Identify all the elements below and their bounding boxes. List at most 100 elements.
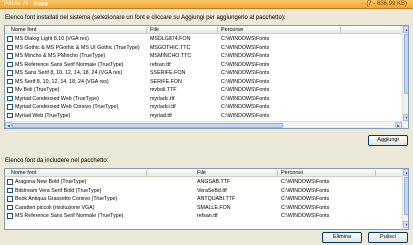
step-header: Passo 7 » Font (7 - 636,99 KB) — [0, 0, 413, 9]
font-file: MSDLG874.FON — [150, 36, 191, 42]
remove-button[interactable]: Elimina — [322, 232, 362, 243]
font-name: Myriad Web (TrueType) — [15, 112, 71, 119]
scroll-up-icon[interactable]: ▲ — [403, 169, 408, 176]
font-name: MS Gothic & MS PGothic & MS UI Gothic (T… — [15, 44, 140, 51]
list-item[interactable]: MS Serif 8, 10, 12, 14, 18, 24 (VGA res)… — [5, 78, 408, 86]
list-item[interactable]: MS Gothic & MS PGothic & MS UI Gothic (T… — [5, 44, 408, 52]
font-name: Aragona New Bold (TrueType) — [15, 179, 87, 185]
column-path[interactable]: Percorso — [221, 27, 243, 33]
scroll-right-icon[interactable]: ▶ — [395, 122, 402, 128]
list-item[interactable]: Caratteri piccoli (risoluzione VGA) SMALL… — [5, 204, 408, 212]
font-file: MSMINCHO.TTC — [150, 53, 192, 59]
list-item[interactable]: Myriad Condensed Web (TrueType) myriadc.t… — [5, 95, 408, 103]
scroll-left-icon[interactable]: ◀ — [5, 122, 12, 128]
font-name: Bitstream Vera Serif Bold (TrueType) — [15, 187, 102, 194]
font-file: myriadc.ttf — [150, 95, 175, 102]
font-file-icon — [7, 87, 13, 93]
included-fonts-list[interactable]: Nome font File Percorso Aragona New Bold… — [4, 168, 409, 230]
list-item[interactable]: MS Mincho & MS PMincho (TrueType) MSMINCH… — [5, 52, 408, 60]
add-button[interactable]: Aggiungi — [368, 135, 408, 146]
font-path: C:\WINDOWS\Fonts — [221, 70, 270, 76]
step-arrow-icon: » — [25, 1, 29, 7]
installed-horizontal-scrollbar[interactable]: ◀ ▶ — [5, 121, 402, 128]
scrollbar-thumb[interactable] — [404, 34, 408, 94]
font-name: MS Serif 8, 10, 12, 14, 18, 24 (VGA res) — [15, 78, 109, 85]
font-name: Mv Boli (TrueType) — [15, 87, 60, 93]
column-name[interactable]: Nome font — [11, 170, 36, 176]
column-name[interactable]: Nome font — [11, 27, 36, 33]
font-file-icon — [7, 53, 13, 59]
list-item[interactable]: MS Reference Sans Serif Normale (TrueTyp… — [5, 212, 408, 220]
column-path[interactable]: Percorso — [281, 170, 303, 176]
step-label: Passo 7 — [4, 1, 26, 7]
column-file[interactable]: File — [150, 27, 159, 33]
font-file-icon — [7, 187, 13, 193]
font-name: MS Mincho & MS PMincho (TrueType) — [15, 53, 106, 59]
font-file: ANTQUABI.TTF — [197, 196, 236, 202]
list-item[interactable]: Mv Boli (TrueType) mvboli.TTF C:\WINDOWS\F… — [5, 86, 408, 94]
font-file-icon — [7, 112, 13, 118]
font-path: C:\WINDOWS\Fonts — [221, 95, 270, 102]
font-path: C:\WINDOWS\Fonts — [281, 213, 330, 219]
font-file: mvboli.TTF — [150, 87, 177, 93]
font-file: refsan.ttf — [150, 61, 171, 68]
font-file-icon — [7, 44, 13, 50]
list-item[interactable]: Bitstream Vera Serif Bold (TrueType) Vera… — [5, 187, 408, 195]
font-name: MS Dialog Light 8,10 (VGA res) — [15, 36, 89, 42]
font-file: refsan.ttf — [197, 213, 218, 219]
font-path: C:\WINDOWS\Fonts — [221, 78, 270, 85]
list-item[interactable]: MS Sans Serif 8, 10, 12, 14, 18, 24 (VGA… — [5, 69, 408, 77]
list-item[interactable]: MS Reference Sans Serif Normale (TrueTyp… — [5, 61, 408, 69]
column-file[interactable]: File — [197, 170, 206, 176]
font-name: MS Reference Sans Serif Normale (TrueTyp… — [15, 61, 124, 68]
scroll-up-icon[interactable]: ▲ — [403, 26, 408, 33]
font-path: C:\WINDOWS\Fonts — [221, 61, 270, 68]
font-file: SSERIFE.FON — [150, 70, 186, 76]
font-path: C:\WINDOWS\Fonts — [221, 87, 270, 93]
font-name: Book Antiqua Grassetto Corsivo (TrueType… — [15, 196, 118, 202]
font-file-icon — [7, 104, 13, 110]
font-file: VeraSeBd.ttf — [197, 187, 227, 194]
scroll-down-icon[interactable]: ▼ — [403, 221, 408, 228]
font-name: Myriad Condensed Web Corsivo (TrueType) — [15, 104, 119, 110]
font-file-icon — [7, 179, 13, 185]
list-item[interactable]: Myriad Web (TrueType) myriad.ttf C:\WINDOW… — [5, 112, 408, 120]
font-file: SERIFE.FON — [150, 78, 182, 85]
font-file: myriad.ttf — [150, 112, 172, 119]
font-path: C:\WINDOWS\Fonts — [221, 53, 270, 59]
list-item[interactable]: Aragona New Bold (TrueType) ANGSAB.TTF C:\… — [5, 178, 408, 186]
font-path: C:\WINDOWS\Fonts — [281, 179, 330, 185]
font-path: C:\WINDOWS\Fonts — [281, 204, 330, 211]
included-list-header: Nome font File Percorso — [5, 169, 408, 177]
list-item[interactable]: MS Dialog Light 8,10 (VGA res) MSDLG874.F… — [5, 35, 408, 43]
font-name: MS Sans Serif 8, 10, 12, 14, 18, 24 (VGA… — [15, 70, 123, 76]
included-vertical-scrollbar[interactable]: ▲ ▼ — [402, 169, 408, 229]
font-name: MS Reference Sans Serif Normale (TrueTyp… — [15, 213, 124, 219]
installed-list-header: Nome font File Percorso — [5, 26, 408, 34]
scrollbar-thumb[interactable] — [12, 123, 283, 128]
scrollbar-thumb[interactable] — [404, 177, 408, 215]
font-file: SMALLE.FON — [197, 204, 231, 211]
font-name: Myriad Condensed Web (TrueType) — [15, 95, 99, 102]
font-file-icon — [7, 36, 13, 42]
installed-fonts-label: Elenco font installati nel sistema (sele… — [5, 15, 286, 21]
font-file-icon — [7, 78, 13, 84]
scroll-down-icon[interactable]: ▼ — [403, 114, 408, 121]
font-file-icon — [7, 70, 13, 76]
font-path: C:\WINDOWS\Fonts — [281, 196, 330, 202]
font-file-icon — [7, 196, 13, 202]
list-item[interactable]: Myriad Condensed Web Corsivo (TrueType) m… — [5, 103, 408, 111]
font-path: C:\WINDOWS\Fonts — [221, 112, 270, 119]
font-file: ANGSAB.TTF — [197, 179, 231, 185]
installed-fonts-list[interactable]: Nome font File Percorso MS Dialog Light … — [4, 25, 409, 129]
font-path: C:\WINDOWS\Fonts — [281, 187, 330, 194]
font-file-icon — [7, 213, 13, 219]
font-path: C:\WINDOWS\Fonts — [221, 36, 270, 42]
included-fonts-label: Elenco font da includere nel pacchetto: — [5, 158, 109, 164]
list-item[interactable]: Book Antiqua Grassetto Corsivo (TrueType… — [5, 195, 408, 203]
font-name: Caratteri piccoli (risoluzione VGA) — [15, 204, 95, 211]
font-path: C:\WINDOWS\Fonts — [221, 44, 270, 51]
clear-button[interactable]: Pulisci — [368, 232, 408, 243]
font-file-icon — [7, 61, 13, 67]
installed-vertical-scrollbar[interactable]: ▲ ▼ — [402, 26, 408, 128]
